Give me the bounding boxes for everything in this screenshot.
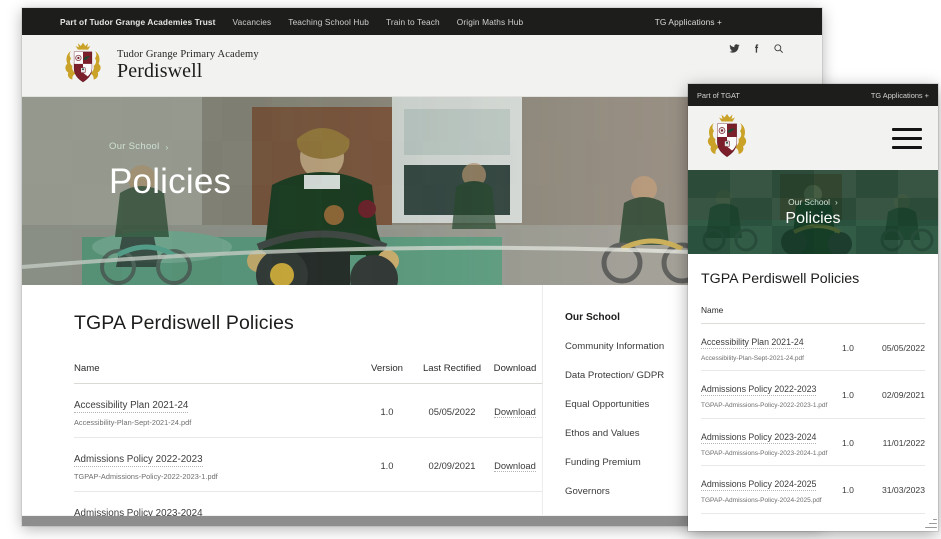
column-header-download: Download <box>493 363 537 374</box>
window-resize-handle[interactable] <box>923 516 937 530</box>
policy-name-cell: Accessibility Plan 2021-24 Accessibility… <box>74 395 358 427</box>
mobile-table-header-row: Name <box>701 305 925 324</box>
policy-link[interactable]: Admissions Policy 2022-2023 <box>701 384 817 397</box>
policy-name-cell: Admissions Policy 2022-2023 TGPAP-Admiss… <box>74 449 358 481</box>
policy-date: 05/05/2022 <box>881 342 925 353</box>
mobile-page-title: Policies <box>785 209 841 227</box>
column-header-name: Name <box>74 363 100 374</box>
topbar-links: Part of Tudor Grange Academies Trust Vac… <box>22 17 523 27</box>
mobile-breadcrumb-label: Our School <box>788 196 831 207</box>
brand-lockup[interactable]: Tudor Grange Primary Academy Perdiswell <box>22 40 259 91</box>
policy-link[interactable]: Admissions Policy 2024-2025 <box>701 479 817 492</box>
policy-date: 02/09/2021 <box>881 390 925 401</box>
table-row: Admissions Policy 2023-2024 TGPAP-Admiss… <box>701 419 925 467</box>
utility-topbar: Part of Tudor Grange Academies Trust Vac… <box>22 8 822 35</box>
policy-version: 1.0 <box>842 342 854 353</box>
mobile-policies-table: Name Accessibility Plan 2021-24 Accessib… <box>701 305 925 514</box>
trust-label[interactable]: Part of Tudor Grange Academies Trust <box>60 17 216 27</box>
mobile-policy-name-cell: Admissions Policy 2023-2024 TGPAP-Admiss… <box>701 427 833 458</box>
social-icons <box>729 43 784 54</box>
brand-line-2: Perdiswell <box>117 59 203 82</box>
topbar-link-vacancies[interactable]: Vacancies <box>233 17 272 27</box>
policy-version: 1.0 <box>842 437 854 448</box>
screenshot-stage: Part of Tudor Grange Academies Trust Vac… <box>0 0 941 539</box>
policy-filename: TGPAP-Admissions-Policy-2022-2023-1.pdf <box>701 402 828 410</box>
chevron-right-icon: › <box>165 141 169 152</box>
mobile-hero-copy: Our School › Policies <box>688 170 938 254</box>
mobile-utility-topbar: Part of TGAT TG Applications + <box>688 84 938 106</box>
mobile-policy-name-cell: Admissions Policy 2022-2023 TGPAP-Admiss… <box>701 379 833 410</box>
policy-filename: TGPAP-Admissions-Policy-2023-2024-1.pdf <box>701 449 828 457</box>
chevron-right-icon: › <box>835 196 838 207</box>
policy-version: 1.0 <box>842 390 854 401</box>
policy-version: 1.0 <box>842 484 854 495</box>
topbar-link-train-to-teach[interactable]: Train to Teach <box>386 17 440 27</box>
policy-download-cell: Download <box>488 456 542 474</box>
policy-version: 1.0 <box>380 405 394 417</box>
facebook-icon[interactable] <box>751 43 762 54</box>
policy-link[interactable]: Admissions Policy 2022-2023 <box>74 454 203 467</box>
breadcrumb[interactable]: Our School › <box>109 141 231 152</box>
policy-filename: TGPAP-Admissions-Policy-2022-2023-1.pdf <box>74 472 218 481</box>
table-row: Admissions Policy 2022-2023 TGPAP-Admiss… <box>74 438 542 492</box>
mobile-column-header-name: Name <box>701 305 724 315</box>
policy-date: 02/09/2021 <box>428 459 476 471</box>
tg-applications-label: TG Applications + <box>654 16 722 27</box>
policy-link[interactable]: Accessibility Plan 2021-24 <box>701 337 804 349</box>
school-crest-icon <box>60 40 106 91</box>
policy-filename: Accessibility-Plan-Sept-2021-24.pdf <box>74 418 192 427</box>
brand-line-1: Tudor Grange Primary Academy <box>117 48 259 60</box>
policies-table: Name Version Last Rectified Download Acc… <box>74 363 542 526</box>
policy-filename: Accessibility-Plan-Sept-2021-24.pdf <box>701 355 804 362</box>
hamburger-menu-icon[interactable] <box>892 127 922 149</box>
table-header-row: Name Version Last Rectified Download <box>74 363 542 384</box>
search-icon[interactable] <box>773 43 784 54</box>
mobile-site-header <box>688 106 938 170</box>
mobile-hero-banner: Our School › Policies <box>688 170 938 254</box>
table-row: Admissions Policy 2022-2023 TGPAP-Admiss… <box>701 371 925 419</box>
table-row: Accessibility Plan 2021-24 Accessibility… <box>74 384 542 438</box>
twitter-icon[interactable] <box>729 43 740 54</box>
tg-applications-menu[interactable]: TG Applications + <box>655 8 722 35</box>
breadcrumb-label: Our School <box>109 141 160 152</box>
column-header-version: Version <box>371 363 403 374</box>
page-title: Policies <box>109 162 232 201</box>
policy-date: 31/03/2023 <box>881 484 925 495</box>
mobile-preview-window: Part of TGAT TG Applications + Our Schoo… <box>688 84 938 531</box>
topbar-link-teaching-school-hub[interactable]: Teaching School Hub <box>288 17 369 27</box>
table-row: Admissions Policy 2024-2025 TGPAP-Admiss… <box>701 466 925 514</box>
policy-date: 05/05/2022 <box>428 405 476 417</box>
policy-download-cell: Download <box>488 402 542 420</box>
topbar-link-origin-maths-hub[interactable]: Origin Maths Hub <box>457 17 523 27</box>
mobile-page-content: TGPA Perdiswell Policies Name Accessibil… <box>688 254 938 514</box>
column-header-last-rectified: Last Rectified <box>422 363 482 374</box>
policy-link[interactable]: Accessibility Plan 2021-24 <box>74 400 189 413</box>
mobile-policy-name-cell: Admissions Policy 2024-2025 TGPAP-Admiss… <box>701 474 833 505</box>
hero-copy: Our School › Policies <box>109 141 231 199</box>
table-row: Accessibility Plan 2021-24 Accessibility… <box>701 324 925 372</box>
main-column: TGPA Perdiswell Policies Name Version La… <box>22 285 542 526</box>
mobile-breadcrumb[interactable]: Our School › <box>788 197 838 207</box>
download-link[interactable]: Download <box>494 406 536 418</box>
mobile-trust-label[interactable]: Part of TGAT <box>697 91 740 100</box>
download-link[interactable]: Download <box>494 460 536 472</box>
policy-date: 11/01/2022 <box>882 437 925 448</box>
content-heading: TGPA Perdiswell Policies <box>74 312 294 334</box>
policy-link[interactable]: Admissions Policy 2023-2024 <box>701 432 817 444</box>
mobile-content-heading: TGPA Perdiswell Policies <box>701 271 860 287</box>
brand-text: Tudor Grange Primary Academy Perdiswell <box>117 49 259 82</box>
mobile-tg-applications[interactable]: TG Applications + <box>871 91 929 100</box>
school-crest-icon <box>702 111 752 166</box>
mobile-policy-name-cell: Accessibility Plan 2021-24 Accessibility… <box>701 332 833 363</box>
policy-version: 1.0 <box>380 459 394 471</box>
policy-filename: TGPAP-Admissions-Policy-2024-2025.pdf <box>701 497 822 505</box>
